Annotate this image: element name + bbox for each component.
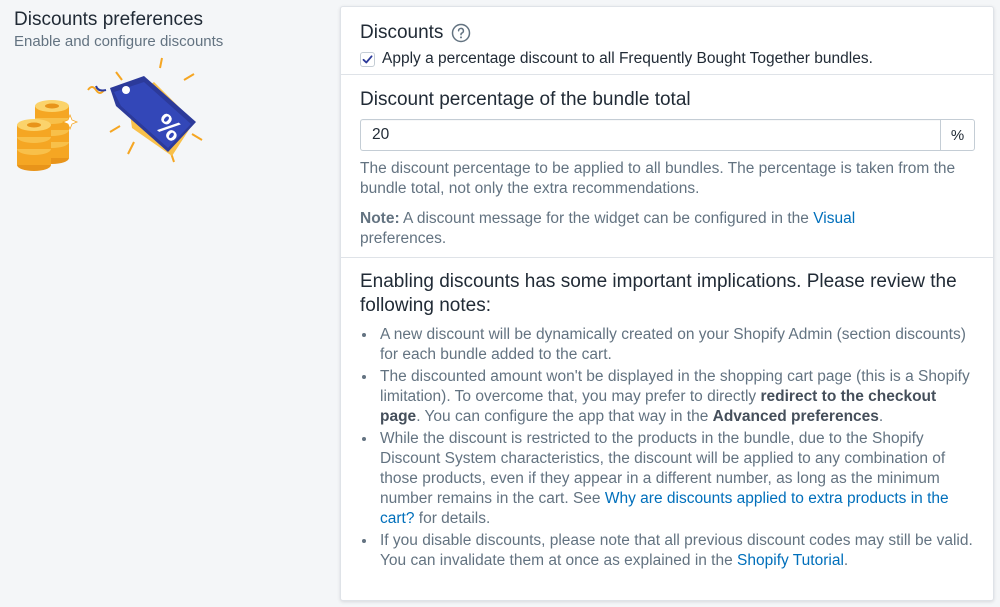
apply-discount-checkbox[interactable]: [360, 51, 375, 67]
percentage-heading: Discount percentage of the bundle total: [360, 89, 691, 110]
implications-section: Enabling discounts has some important im…: [341, 258, 993, 571]
percent-suffix: %: [940, 119, 975, 151]
note-text: A discount message for the widget can be…: [399, 210, 814, 227]
coin-stack-icon: [17, 100, 79, 171]
checkmark-icon: [362, 54, 373, 63]
list-item: While the discount is restricted to the …: [360, 429, 975, 529]
percentage-input[interactable]: 20: [360, 119, 940, 151]
section-subtitle: Enable and configure discounts: [14, 33, 224, 50]
list-item: If you disable discounts, please note th…: [360, 531, 975, 571]
note-restricted-end: for details.: [414, 510, 491, 527]
discounts-section: Discounts Apply a percentage discount to…: [341, 7, 993, 75]
visual-preferences-link[interactable]: Visual: [813, 210, 855, 227]
percentage-field: 20 %: [360, 119, 975, 151]
visual-preferences-note: Note: A discount message for the widget …: [360, 209, 975, 249]
sidebar: Discounts preferences Enable and configu…: [14, 8, 324, 52]
percentage-help-text: The discount percentage to be applied to…: [360, 160, 956, 197]
shopify-tutorial-link[interactable]: Shopify Tutorial: [737, 552, 844, 569]
list-item: A new discount will be dynamically creat…: [360, 325, 975, 365]
note-disable-discounts: If you disable discounts, please note th…: [380, 532, 973, 569]
note-disable-end: .: [843, 552, 849, 569]
note-dynamic-discount: A new discount will be dynamically creat…: [380, 326, 966, 363]
note-cart-display-end: .: [878, 408, 884, 425]
note-label: Note:: [360, 210, 400, 227]
question-circle-icon[interactable]: [451, 23, 471, 43]
percentage-section: Discount percentage of the bundle total …: [341, 75, 993, 258]
discounts-card: Discounts Apply a percentage discount to…: [340, 6, 994, 601]
apply-discount-label[interactable]: Apply a percentage discount to all Frequ…: [382, 49, 873, 69]
list-item: The discounted amount won't be displayed…: [360, 367, 975, 427]
note-cart-display-mid: . You can configure the app that way in …: [416, 408, 713, 425]
note-tail: preferences.: [360, 230, 447, 247]
coins-and-discount-tag-icon: %: [17, 57, 203, 171]
section-title: Discounts preferences: [14, 9, 204, 30]
advanced-preferences-text: Advanced preferences: [712, 408, 879, 425]
discounts-heading: Discounts: [360, 22, 444, 43]
implications-list: A new discount will be dynamically creat…: [360, 325, 974, 571]
implications-heading: Enabling discounts has some important im…: [360, 271, 957, 316]
